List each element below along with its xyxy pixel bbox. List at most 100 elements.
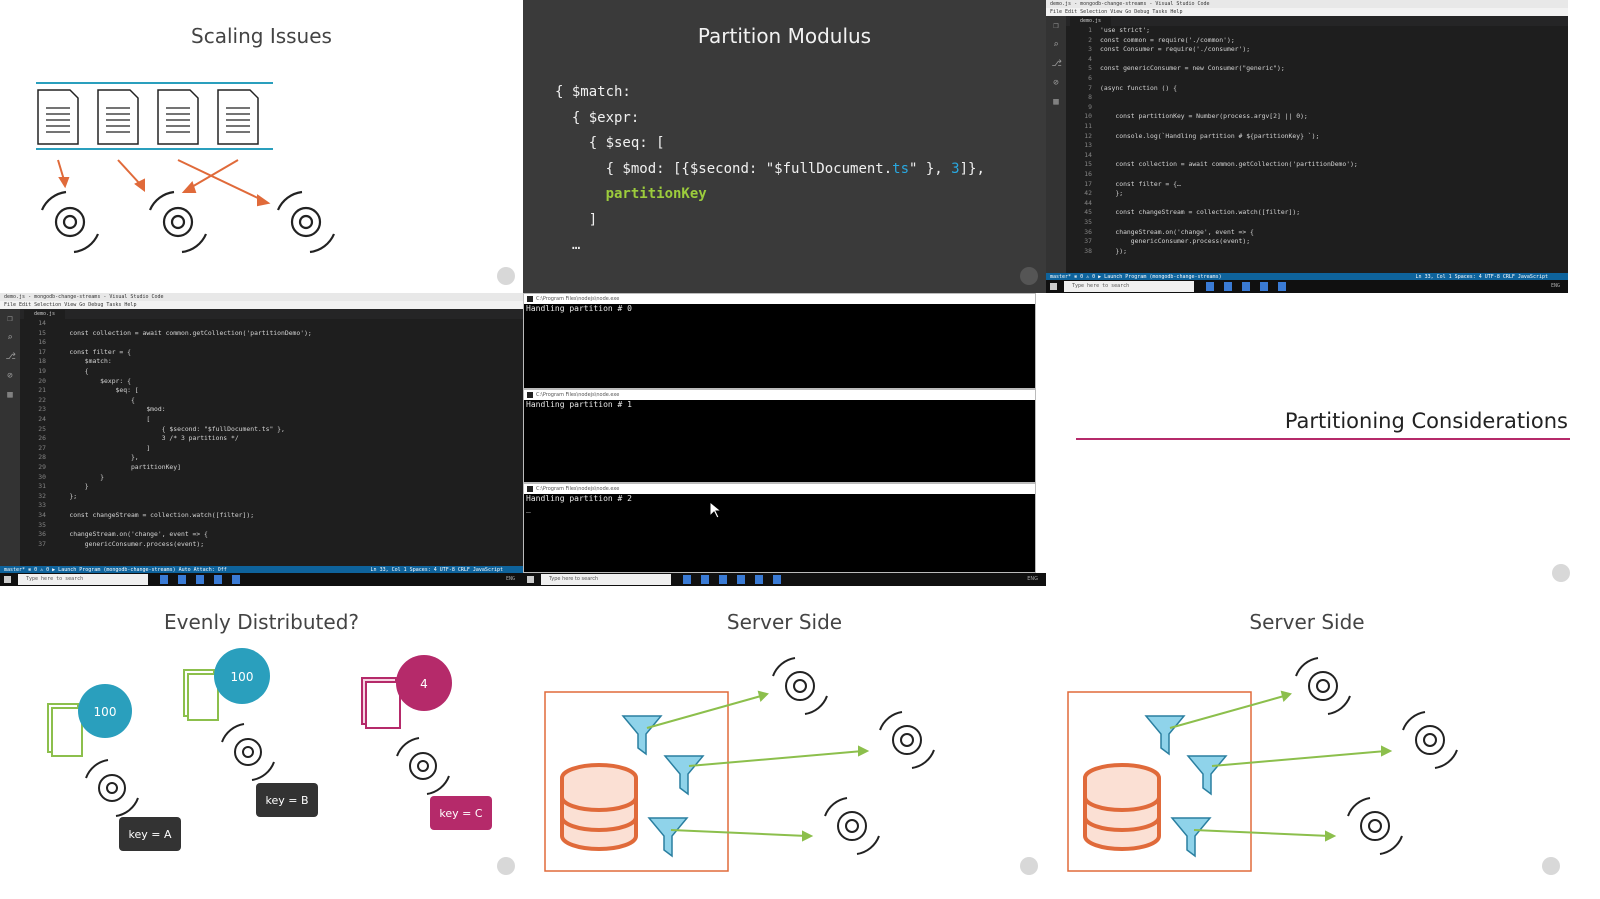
- edge-icon[interactable]: [1206, 282, 1214, 291]
- server-side-diagram: [1067, 657, 1458, 872]
- folder-icon[interactable]: [1224, 282, 1232, 291]
- code-line: },: [54, 453, 139, 462]
- extensions-icon[interactable]: ▦: [1052, 98, 1061, 107]
- folder-icon[interactable]: [178, 575, 186, 584]
- line-number: 33: [38, 501, 46, 510]
- debug-icon[interactable]: ⊘: [1052, 79, 1061, 88]
- folder-icon[interactable]: [701, 575, 709, 584]
- files-icon[interactable]: ❐: [6, 315, 15, 324]
- folder-icon: [183, 669, 219, 721]
- menu-bar[interactable]: File Edit Selection View Go Debug Tasks …: [1046, 8, 1568, 16]
- debug-icon[interactable]: ⊘: [6, 372, 15, 381]
- files-icon[interactable]: ❐: [1052, 22, 1061, 31]
- code-block: { $match: { $expr: { $seq: [ { $mod: [{$…: [555, 80, 985, 259]
- console-output: Handling partition # 1: [526, 400, 632, 409]
- windows-start-icon[interactable]: [4, 576, 11, 583]
- code-line: $match:: [54, 357, 112, 366]
- line-number: 2: [1088, 35, 1092, 44]
- line-number: 29: [38, 463, 46, 471]
- taskbar-apps: [160, 575, 250, 586]
- vscode-icon[interactable]: [755, 575, 763, 584]
- console-title: C:\Program Files\nodejs\node.exe: [524, 294, 1035, 304]
- code-line: const changeStream = collection.watch([f…: [54, 511, 255, 519]
- line-number: 20: [38, 376, 46, 385]
- search-icon[interactable]: ⌕: [6, 334, 15, 343]
- line-number: 18: [38, 357, 46, 366]
- edge-icon[interactable]: [683, 575, 691, 584]
- app-icon[interactable]: [1260, 282, 1268, 291]
- app-icon[interactable]: [737, 575, 745, 584]
- node-icon[interactable]: [773, 575, 781, 584]
- line-number: 6: [1088, 74, 1092, 82]
- scaling-diagram: [36, 82, 336, 254]
- title-underline: [1076, 438, 1570, 440]
- windows-start-icon[interactable]: [527, 576, 534, 583]
- code-line: { $expr:: [571, 109, 640, 126]
- activity-bar: ❐ ⌕ ⎇ ⊘ ▦: [0, 309, 20, 566]
- code-editor[interactable]: 1 'use strict'; 2 const common = require('.…: [1066, 26, 1556, 273]
- taskbar-search[interactable]: Type here to search: [18, 574, 148, 585]
- console-output: Handling partition # 2: [526, 494, 632, 503]
- code-line: 'use strict';: [1100, 26, 1151, 34]
- count-label: 100: [94, 705, 117, 719]
- menu-bar[interactable]: File Edit Selection View Go Debug Tasks …: [0, 301, 523, 309]
- play-icon[interactable]: [1552, 564, 1570, 582]
- code-token: ts: [892, 160, 910, 177]
- line-number: 13: [1084, 141, 1092, 150]
- app-icon[interactable]: [719, 575, 727, 584]
- console-title: C:\Program Files\nodejs\node.exe: [524, 390, 1035, 400]
- console-window-2[interactable]: C:\Program Files\nodejs\node.exe Handling…: [523, 483, 1036, 573]
- app-icon[interactable]: [214, 575, 222, 584]
- code-line: 3 /* 3 partitions */: [54, 434, 239, 443]
- taskbar-apps: [1206, 282, 1296, 293]
- video-thumbnail-grid: Scaling Issues Partition Modulus {$matc…: [0, 0, 1600, 899]
- line-number: 28: [38, 453, 46, 462]
- line-number: 25: [38, 424, 46, 433]
- arrow-icon: [57, 159, 271, 207]
- taskbar-search[interactable]: Type here to search: [541, 574, 671, 585]
- tab-demo-js[interactable]: demo.js: [1070, 17, 1112, 26]
- source-control-icon[interactable]: ⎇: [1052, 60, 1062, 69]
- line-number: 35: [1084, 218, 1092, 226]
- code-line: partitionKey: [605, 186, 707, 202]
- line-number: 45: [1084, 208, 1092, 217]
- code-line: (async function () {: [1100, 83, 1177, 92]
- slide-title: Partition Modulus: [697, 24, 872, 48]
- code-line: ]: [54, 443, 151, 452]
- key-label: key = B: [265, 794, 308, 807]
- line-number: 35: [38, 520, 46, 529]
- play-icon[interactable]: [497, 267, 515, 285]
- extensions-icon[interactable]: ▦: [6, 391, 15, 400]
- code-line: $eq: [: [54, 386, 139, 395]
- app-icon[interactable]: [1242, 282, 1250, 291]
- play-icon[interactable]: [1542, 857, 1560, 875]
- play-icon[interactable]: [497, 857, 515, 875]
- count-label: 100: [231, 670, 254, 684]
- vscode-icon[interactable]: [232, 575, 240, 584]
- line-number: 44: [1084, 198, 1092, 207]
- search-icon[interactable]: ⌕: [1052, 41, 1061, 50]
- code-line: $expr: {: [54, 376, 131, 385]
- server-side-diagram: [544, 657, 935, 872]
- line-number: 37: [1084, 237, 1092, 246]
- console-window-1[interactable]: C:\Program Files\nodejs\node.exe Handling…: [523, 389, 1036, 483]
- source-control-icon[interactable]: ⎇: [6, 353, 16, 362]
- code-editor[interactable]: 14 15 const collection = await common.get…: [20, 319, 511, 566]
- play-icon[interactable]: [1020, 857, 1038, 875]
- vscode-icon[interactable]: [1278, 282, 1286, 291]
- tab-demo-js[interactable]: demo.js: [24, 310, 66, 319]
- code-line: const collection = await common.getColle…: [1100, 160, 1358, 169]
- taskbar-search[interactable]: Type here to search: [1064, 281, 1194, 292]
- app-icon[interactable]: [196, 575, 204, 584]
- vscode-window-mid: demo.js - mongodb-change-streams - Visua…: [0, 293, 523, 586]
- console-window-0[interactable]: C:\Program Files\nodejs\node.exe Handling…: [523, 293, 1036, 389]
- edge-icon[interactable]: [160, 575, 168, 584]
- line-number: 1: [1088, 26, 1092, 34]
- play-icon[interactable]: [1020, 267, 1038, 285]
- line-number: 38: [1084, 246, 1092, 255]
- line-number: 26: [38, 434, 46, 443]
- code-line: const collection = await common.getColle…: [54, 328, 312, 337]
- slide-server-side-1: Server Side: [523, 586, 1046, 899]
- line-number: 7: [1088, 83, 1092, 92]
- windows-start-icon[interactable]: [1050, 283, 1057, 290]
